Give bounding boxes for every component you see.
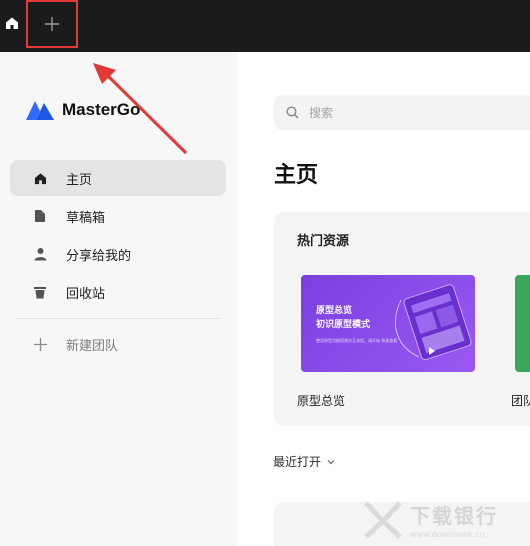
home-icon: [32, 170, 48, 186]
sidebar-item-home[interactable]: 主页: [10, 160, 226, 196]
thumbnail-title: 原型总览: [316, 306, 353, 316]
search-input[interactable]: 搜索: [274, 95, 530, 130]
chevron-down-icon: [327, 459, 335, 464]
sidebar-item-label: 回收站: [66, 286, 106, 302]
sidebar-item-label: 主页: [66, 172, 93, 188]
watermark-text: 下载银行: [410, 504, 498, 528]
plus-icon: [45, 17, 59, 31]
trash-icon: [32, 284, 48, 300]
home-icon: [6, 17, 18, 29]
watermark-logo-icon: [364, 500, 402, 539]
resource-caption[interactable]: 团队: [511, 392, 530, 409]
search-placeholder: 搜索: [309, 106, 334, 120]
resource-caption[interactable]: 原型总览: [297, 392, 345, 409]
tab-bar: [0, 0, 530, 52]
home-tab[interactable]: [0, 10, 24, 36]
resource-thumbnail-team[interactable]: [515, 275, 530, 372]
hot-resources-title: 热门资源: [297, 234, 350, 249]
sidebar-divider: [16, 318, 220, 319]
page-title: 主页: [274, 163, 319, 188]
thumbnail-subtitle: 初识原型模式: [316, 320, 371, 330]
thumbnail-note: 使用原型功能搭建交互流程，请开始 快速查看: [316, 338, 398, 343]
sidebar-item-trash[interactable]: 回收站: [10, 274, 226, 310]
mastergo-logo-icon: [26, 101, 54, 120]
search-icon: [286, 106, 299, 119]
watermark-url: www.downbank.cn: [410, 530, 485, 539]
plus-icon: [32, 336, 48, 352]
user-icon: [32, 246, 48, 262]
brand-name: MasterGo: [62, 100, 141, 119]
sidebar-item-drafts[interactable]: 草稿箱: [10, 198, 226, 234]
logo[interactable]: MasterGo: [24, 99, 140, 121]
hot-resources-panel: 热门资源 原型总览 初识原型模式 使用原型功能搭建交互流程，请开始 快速查看 原…: [274, 212, 530, 426]
file-icon: [32, 208, 48, 224]
sidebar: MasterGo 主页 草稿箱 分享给我的 回收站 新建团队: [0, 52, 238, 546]
recent-label: 最近打开: [273, 455, 322, 469]
new-team-label: 新建团队: [66, 338, 119, 354]
new-team-button[interactable]: 新建团队: [10, 326, 226, 362]
new-tab-button[interactable]: [26, 0, 78, 48]
resource-thumbnail-prototype[interactable]: 原型总览 初识原型模式 使用原型功能搭建交互流程，请开始 快速查看: [301, 275, 475, 372]
recent-dropdown[interactable]: 最近打开: [273, 453, 336, 470]
sidebar-item-shared[interactable]: 分享给我的: [10, 236, 226, 272]
sidebar-item-label: 分享给我的: [66, 248, 132, 264]
watermark: 下载银行 www.downbank.cn: [362, 500, 498, 539]
sidebar-item-label: 草稿箱: [66, 210, 106, 226]
